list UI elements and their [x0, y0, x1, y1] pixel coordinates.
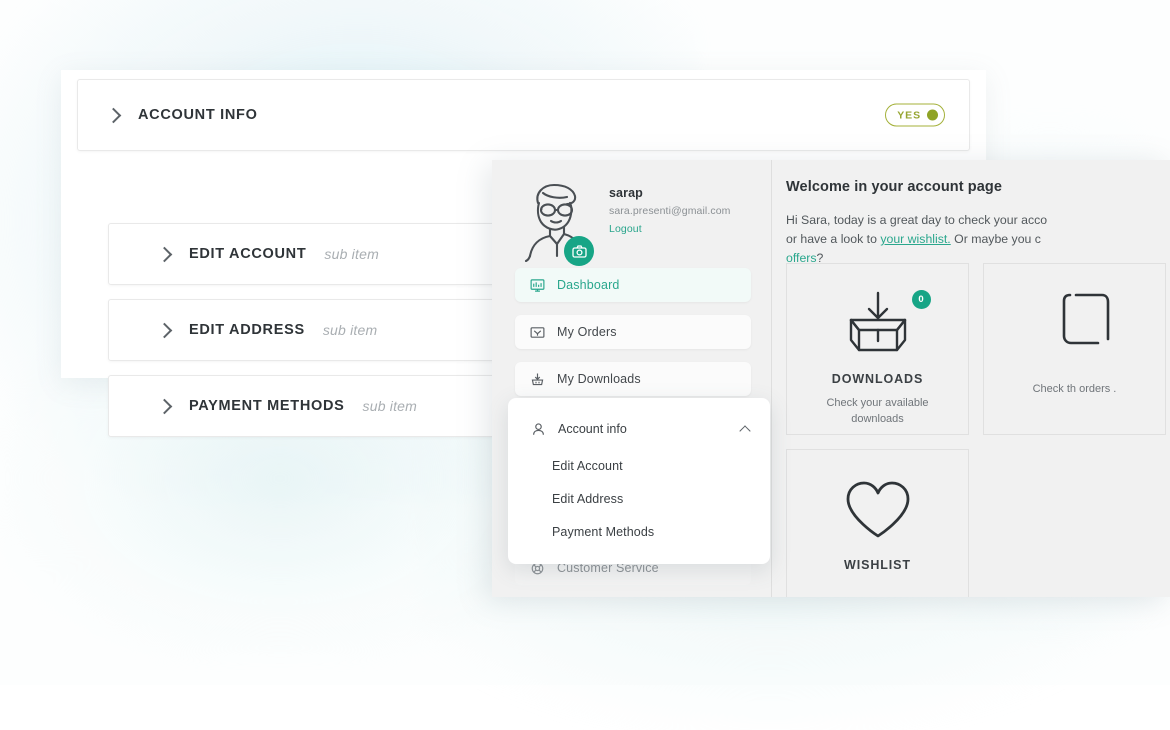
- tile-grid: 0 DOWNLOADS Check your available downloa…: [786, 263, 1170, 597]
- sidebar-item-label: Dashboard: [557, 278, 620, 292]
- accordion-sub-hint: sub item: [322, 322, 378, 338]
- welcome-text-1: Hi Sara, today is a great day to check y…: [786, 213, 1048, 227]
- welcome-title: Welcome in your account page: [786, 179, 1003, 195]
- camera-icon[interactable]: [564, 236, 594, 266]
- yes-toggle[interactable]: YES: [885, 103, 945, 127]
- welcome-text-3: Or maybe you c: [950, 232, 1041, 246]
- yes-toggle-dot: [927, 109, 938, 121]
- accordion-sub-title: PAYMENT METHODS: [189, 398, 345, 414]
- accordion-sub-hint: sub item: [324, 246, 379, 262]
- tile-title: DOWNLOADS: [831, 372, 924, 386]
- account-sub-item-edit-address[interactable]: Edit Address: [508, 482, 770, 515]
- account-sub-item-label: Edit Account: [552, 458, 623, 473]
- heart-icon: [839, 474, 917, 546]
- profile-name: sarap: [609, 186, 643, 200]
- person-icon: [530, 421, 547, 438]
- sidebar-item-my-orders[interactable]: My Orders: [515, 315, 751, 349]
- account-info-label: Account info: [558, 422, 627, 436]
- profile-block: sarap sara.presenti@gmail.com Logout: [515, 176, 751, 268]
- accordion-sub-title: EDIT ADDRESS: [189, 322, 305, 338]
- dashboard-main: Welcome in your account page Hi Sara, to…: [771, 160, 1170, 597]
- sidebar-item-label: My Orders: [557, 325, 617, 339]
- chevron-up-icon[interactable]: [740, 423, 752, 435]
- logout-link[interactable]: Logout: [609, 223, 731, 235]
- account-sub-item-payment-methods[interactable]: Payment Methods: [508, 515, 770, 548]
- accordion-title: ACCOUNT INFO: [138, 107, 258, 123]
- download-box-icon: 0: [839, 288, 931, 360]
- downloads-count-badge: 0: [911, 290, 931, 309]
- account-sub-item-label: Payment Methods: [552, 524, 655, 539]
- sidebar-item-dashboard[interactable]: Dashboard: [515, 268, 751, 302]
- tile-wishlist[interactable]: WISHLIST: [786, 449, 969, 597]
- profile-text: sarap sara.presenti@gmail.com Logout: [609, 176, 731, 235]
- sidebar-item-my-downloads[interactable]: My Downloads: [515, 362, 751, 396]
- welcome-body: Hi Sara, today is a great day to check y…: [786, 211, 1116, 268]
- accordion-sub-hint: sub item: [362, 398, 418, 414]
- dashboard-icon: [529, 277, 546, 294]
- accordion-sub-title: EDIT ACCOUNT: [189, 246, 307, 262]
- sidebar-item-label: My Downloads: [557, 372, 641, 386]
- orders-clipped-icon: [1036, 288, 1114, 360]
- tile-downloads[interactable]: 0 DOWNLOADS Check your available downloa…: [786, 263, 969, 435]
- yes-toggle-label: YES: [897, 109, 921, 121]
- avatar: [515, 176, 599, 266]
- tile-description: Check th orders .: [1032, 383, 1117, 395]
- tile-orders[interactable]: Check th orders .: [983, 263, 1166, 435]
- orders-box-icon: [529, 324, 546, 341]
- chevron-right-icon: [157, 322, 173, 338]
- tile-title: WISHLIST: [844, 558, 911, 572]
- downloads-icon: [529, 371, 546, 388]
- welcome-text-2: or have a look to: [786, 232, 881, 246]
- profile-email: sara.presenti@gmail.com: [609, 205, 731, 217]
- wishlist-link[interactable]: your wishlist.: [880, 232, 950, 246]
- tile-description: Check your available downloads: [826, 397, 929, 425]
- chevron-right-icon: [106, 107, 122, 123]
- accordion-row-account-info[interactable]: ACCOUNT INFO YES: [77, 79, 970, 151]
- account-info-card: Account info Edit Account Edit Address P…: [508, 398, 770, 564]
- account-info-header[interactable]: Account info: [508, 409, 770, 449]
- account-sub-item-label: Edit Address: [552, 491, 624, 506]
- account-sub-item-edit-account[interactable]: Edit Account: [508, 449, 770, 482]
- chevron-right-icon: [157, 246, 173, 262]
- chevron-right-icon: [157, 398, 173, 414]
